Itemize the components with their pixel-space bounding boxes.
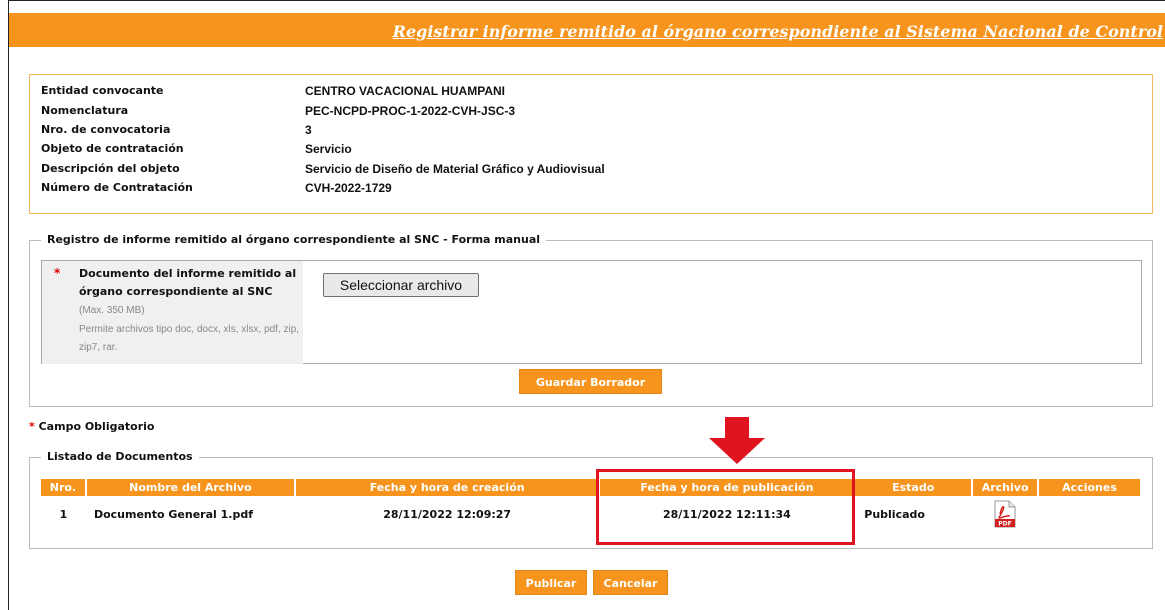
red-arrow-annotation — [707, 417, 767, 465]
cell-nro: 1 — [59, 507, 68, 521]
info-value: CENTRO VACACIONAL HUAMPANI — [305, 84, 505, 98]
info-value: Servicio — [305, 142, 352, 156]
cancel-button[interactable]: Cancelar — [593, 570, 668, 595]
upload-label-cell: * Documento del informe remitido al órga… — [42, 261, 303, 364]
registro-legend: Registro de informe remitido al órgano c… — [41, 233, 547, 246]
info-row-objeto: Objeto de contratación Servicio — [41, 142, 352, 160]
cell-archivo: PDF — [972, 496, 1038, 532]
upload-label: Documento del informe remitido al órgano… — [79, 267, 297, 298]
listado-legend: Listado de Documentos — [41, 450, 199, 463]
cell-nombre: Documento General 1.pdf — [93, 507, 253, 521]
save-draft-button[interactable]: Guardar Borrador — [519, 369, 662, 394]
cell-estado: Publicado — [864, 507, 925, 521]
required-mark: * — [29, 420, 35, 433]
table-row: 1 Documento General 1.pdf 28/11/2022 12:… — [41, 496, 1141, 532]
pdf-icon-label: PDF — [998, 521, 1011, 528]
info-label: Nomenclatura — [41, 104, 129, 117]
info-row-descripcion: Descripción del objeto Servicio de Diseñ… — [41, 162, 605, 180]
pdf-icon[interactable]: PDF — [993, 500, 1017, 528]
cell-creacion: 28/11/2022 12:09:27 — [383, 507, 512, 521]
info-label: Descripción del objeto — [41, 162, 180, 175]
column-header-nro: Nro. — [41, 479, 87, 496]
mandatory-text: Campo Obligatorio — [38, 420, 155, 433]
upload-row: * Documento del informe remitido al órga… — [41, 260, 1142, 364]
required-mark: * — [54, 266, 61, 280]
column-header-acciones: Acciones — [1038, 479, 1142, 496]
upload-max-size: (Max. 350 MB) — [79, 305, 145, 316]
info-row-entidad: Entidad convocante CENTRO VACACIONAL HUA… — [41, 84, 505, 102]
header-bar: Registrar informe remitido al órgano cor… — [9, 13, 1165, 47]
info-row-nomenclatura: Nomenclatura PEC-NCPD-PROC-1-2022-CVH-JS… — [41, 104, 515, 122]
publish-button[interactable]: Publicar — [515, 570, 587, 595]
info-label: Número de Contratación — [41, 181, 193, 194]
documents-table: Nro. Nombre del Archivo Fecha y hora de … — [41, 479, 1142, 532]
page-title[interactable]: Registrar informe remitido al órgano cor… — [393, 22, 1163, 41]
column-header-creacion: Fecha y hora de creación — [294, 479, 601, 496]
column-header-archivo: Archivo — [972, 479, 1040, 496]
info-row-contratacion: Número de Contratación CVH-2022-1729 — [41, 181, 392, 199]
cell-acciones — [1038, 496, 1141, 532]
mandatory-note: * Campo Obligatorio — [29, 420, 154, 433]
highlight-box-annotation — [596, 469, 855, 545]
info-value: 3 — [305, 123, 312, 137]
upload-allowed-types: Permite archivos tipo doc, docx, xls, xl… — [79, 324, 300, 353]
info-panel: Entidad convocante CENTRO VACACIONAL HUA… — [29, 74, 1153, 214]
info-value: PEC-NCPD-PROC-1-2022-CVH-JSC-3 — [305, 104, 516, 118]
info-label: Entidad convocante — [41, 84, 164, 97]
table-header-row: Nro. Nombre del Archivo Fecha y hora de … — [41, 479, 1142, 496]
info-value: CVH-2022-1729 — [305, 181, 392, 195]
info-row-convocatoria: Nro. de convocatoria 3 — [41, 123, 312, 141]
column-header-nombre: Nombre del Archivo — [85, 479, 296, 496]
column-header-estado: Estado — [854, 479, 974, 496]
info-label: Nro. de convocatoria — [41, 123, 171, 136]
select-file-button[interactable]: Seleccionar archivo — [323, 273, 479, 297]
info-value: Servicio de Diseño de Material Gráfico y… — [305, 162, 605, 176]
info-label: Objeto de contratación — [41, 142, 184, 155]
